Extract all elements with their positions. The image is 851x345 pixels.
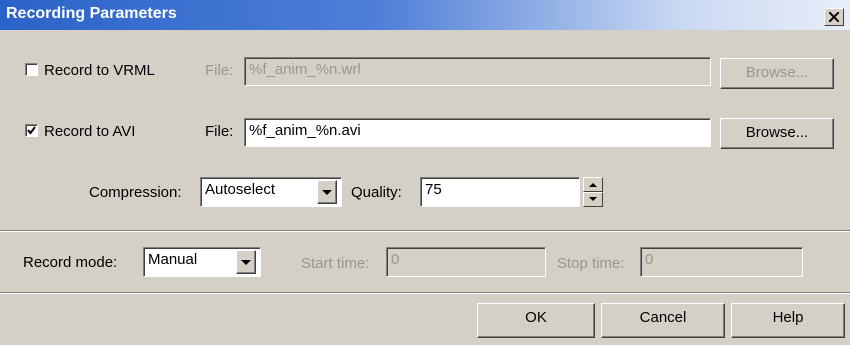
- cancel-label: Cancel: [639, 309, 687, 326]
- ok-button[interactable]: OK: [477, 303, 595, 338]
- help-label: Help: [772, 309, 804, 326]
- compression-dropdown-button[interactable]: [317, 180, 337, 204]
- quality-label: Quality:: [351, 184, 402, 201]
- vrml-browse-button[interactable]: Browse...: [720, 58, 834, 89]
- help-button[interactable]: Help: [731, 303, 845, 338]
- record-mode-label: Record mode:: [23, 254, 118, 271]
- vrml-file-label: File:: [205, 62, 234, 79]
- arrow-up-icon: [589, 183, 597, 187]
- record-avi-checkbox[interactable]: [25, 124, 38, 137]
- window-title: Recording Parameters: [6, 5, 177, 22]
- compression-label: Compression:: [89, 184, 182, 201]
- start-time-label: Start time:: [301, 255, 370, 272]
- record-vrml-label: Record to VRML: [44, 62, 155, 79]
- chevron-down-icon: [241, 260, 251, 265]
- checkmark-icon: [27, 126, 36, 135]
- quality-input[interactable]: 75: [420, 177, 580, 207]
- record-mode-value: Manual: [148, 251, 198, 268]
- quality-decrement-button[interactable]: [583, 192, 603, 207]
- title-bar[interactable]: Recording Parameters: [0, 0, 850, 30]
- stop-time-label: Stop time:: [557, 255, 625, 272]
- arrow-down-icon: [589, 197, 597, 201]
- close-button[interactable]: [824, 8, 844, 26]
- compression-value: Autoselect: [205, 181, 276, 198]
- avi-browse-label: Browse...: [745, 124, 809, 141]
- start-time-input[interactable]: 0: [386, 247, 546, 277]
- avi-file-label: File:: [205, 123, 234, 140]
- quality-spinner: [583, 177, 603, 208]
- cancel-button[interactable]: Cancel: [601, 303, 725, 338]
- record-vrml-checkbox[interactable]: [25, 63, 38, 76]
- avi-browse-button[interactable]: Browse...: [720, 118, 834, 149]
- stop-time-input[interactable]: 0: [640, 247, 803, 277]
- record-mode-dropdown-button[interactable]: [236, 250, 256, 274]
- recording-parameters-dialog: Recording Parameters Record to VRML File…: [0, 0, 850, 345]
- quality-increment-button[interactable]: [583, 177, 603, 192]
- ok-label: OK: [525, 309, 547, 326]
- separator-bottom: [0, 292, 850, 294]
- vrml-browse-label: Browse...: [745, 64, 809, 81]
- vrml-file-input[interactable]: %f_anim_%n.wrl: [244, 57, 711, 86]
- close-icon: [829, 12, 839, 22]
- separator-top: [0, 230, 850, 232]
- avi-file-input[interactable]: %f_anim_%n.avi: [244, 118, 711, 147]
- record-avi-label: Record to AVI: [44, 123, 136, 140]
- chevron-down-icon: [322, 190, 332, 195]
